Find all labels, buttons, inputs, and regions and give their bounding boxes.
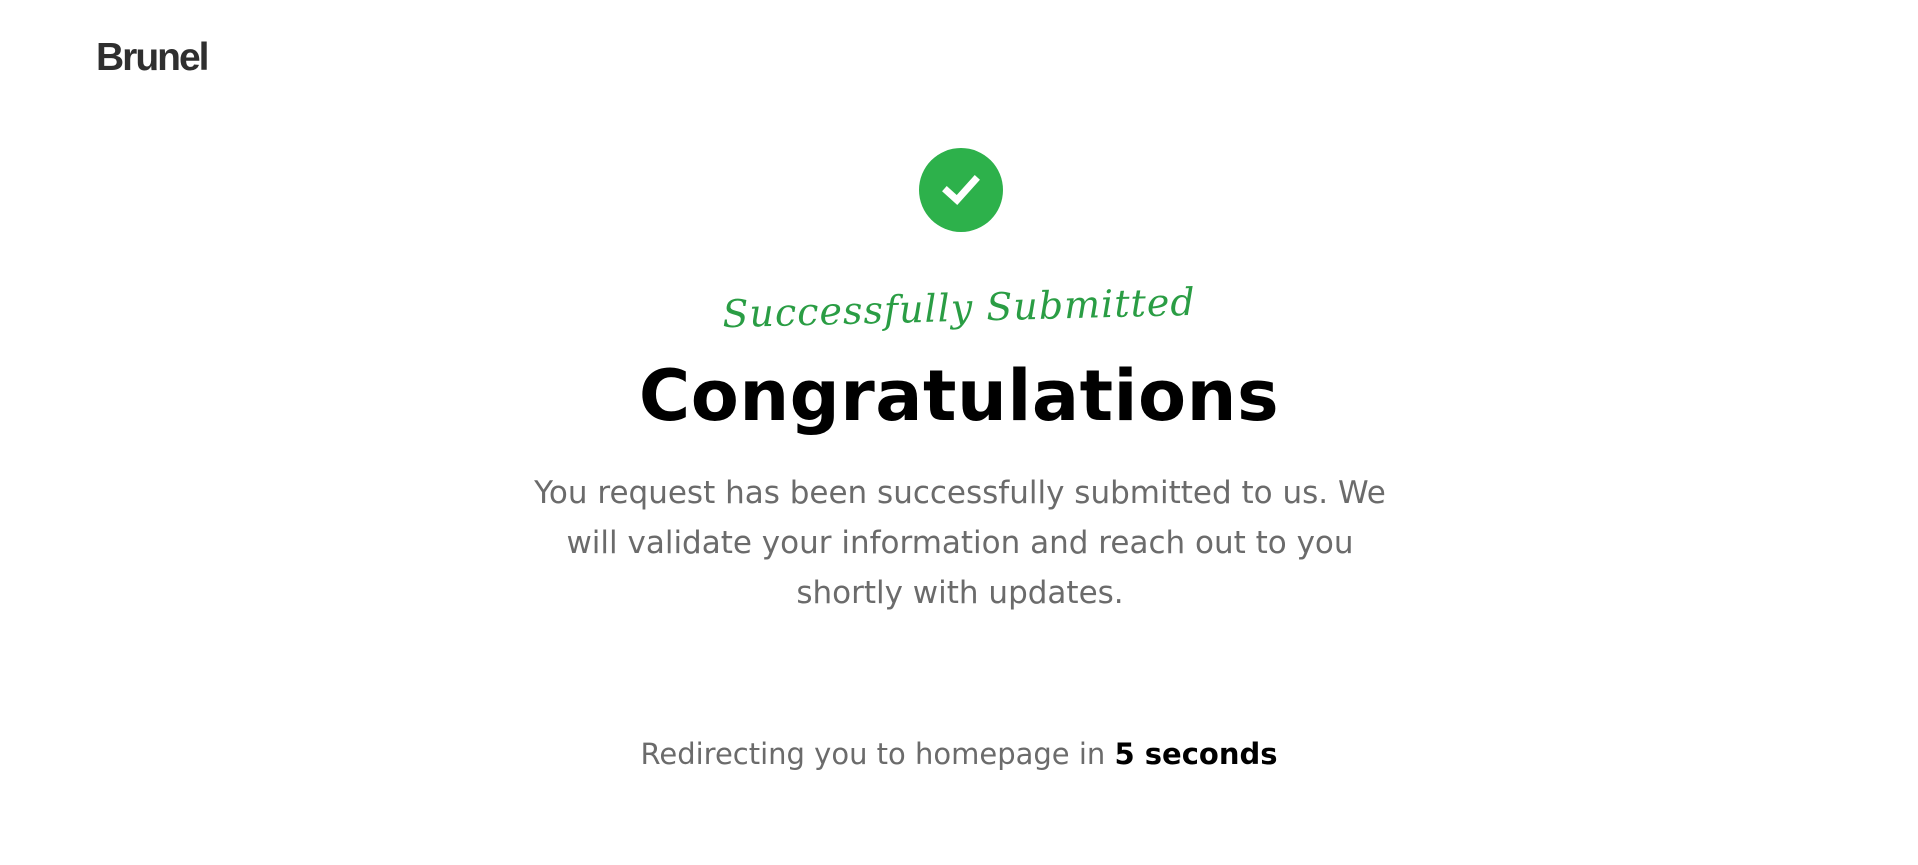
page-title: Congratulations xyxy=(638,355,1280,437)
page: Brunel Successfully Submitted Congratula… xyxy=(0,0,1918,865)
check-circle-icon xyxy=(919,148,1003,232)
success-kicker: Successfully Submitted xyxy=(721,279,1197,337)
checkmark-icon xyxy=(942,175,980,205)
brunel-logo[interactable]: Brunel xyxy=(96,38,210,77)
confirmation-message: You request has been successfully submit… xyxy=(534,475,1386,611)
redirect-countdown: 5 seconds xyxy=(1114,737,1278,771)
redirect-notice: Redirecting you to homepage in 5 seconds xyxy=(0,737,1918,771)
redirect-prefix: Redirecting you to homepage in xyxy=(640,737,1115,771)
